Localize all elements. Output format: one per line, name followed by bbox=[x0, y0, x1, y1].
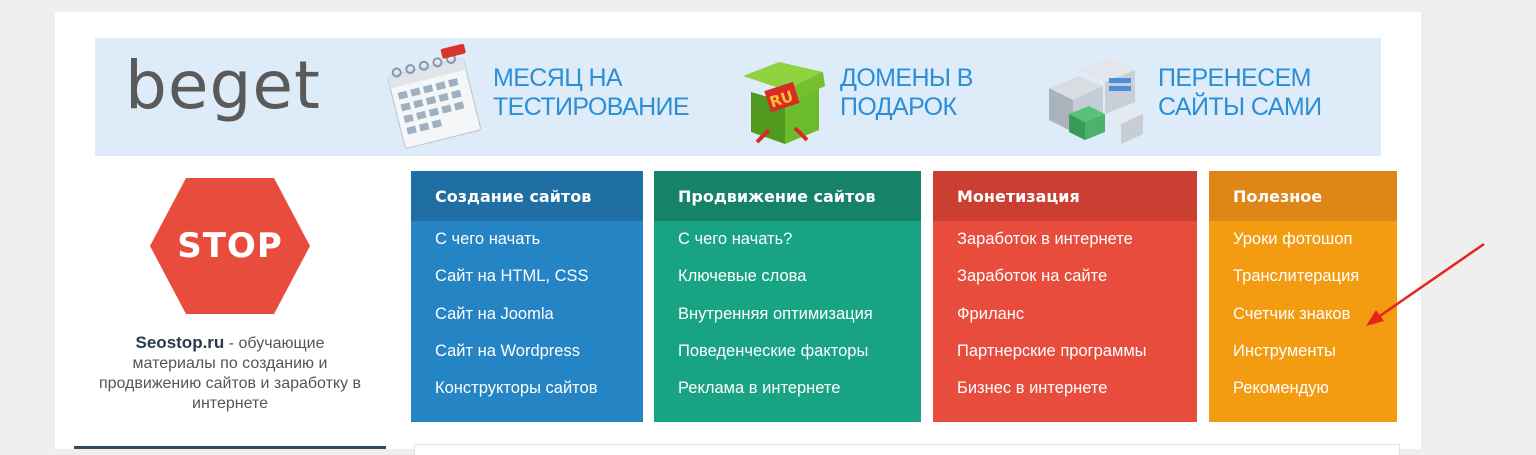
red-arrow-annotation-icon bbox=[1366, 242, 1485, 326]
menu-link[interactable]: Рекомендую bbox=[1233, 370, 1397, 407]
menu-link[interactable]: Сайт на Wordpress bbox=[435, 333, 643, 370]
beget-logo[interactable]: beget bbox=[125, 46, 321, 126]
menu-column-promotion: Продвижение сайтов С чего начать? Ключев… bbox=[654, 171, 921, 422]
menu-link[interactable]: Инструменты bbox=[1233, 333, 1397, 370]
menu-heading[interactable]: Продвижение сайтов bbox=[654, 171, 921, 221]
calendar-icon bbox=[387, 44, 481, 149]
beget-banner[interactable]: beget МЕСЯЦ НА ТЕСТИРОВАНИЕ RU ДОМЕНЫ В … bbox=[95, 38, 1381, 156]
site-description: Seostop.ru - обучающие материалы по созд… bbox=[95, 333, 365, 414]
logo-text: beget bbox=[125, 47, 321, 124]
menu-link[interactable]: Заработок в интернете bbox=[957, 221, 1197, 258]
promo-line: ПЕРЕНЕСЕМ bbox=[1158, 64, 1311, 92]
promo-line: МЕСЯЦ НА bbox=[493, 64, 623, 92]
menu-link[interactable]: С чего начать bbox=[435, 221, 643, 258]
promo-line: ПОДАРОК bbox=[840, 93, 957, 121]
promo-line: САЙТЫ САМИ bbox=[1158, 93, 1322, 121]
promo-free-domains[interactable]: ДОМЕНЫ В ПОДАРОК bbox=[840, 64, 973, 122]
menu-link[interactable]: Сайт на Joomla bbox=[435, 296, 643, 333]
gift-box-icon: RU bbox=[743, 62, 825, 144]
menu-link[interactable]: Заработок на сайте bbox=[957, 258, 1197, 295]
menu-heading[interactable]: Полезное bbox=[1209, 171, 1397, 221]
site-name[interactable]: Seostop.ru bbox=[136, 333, 225, 352]
promo-line: ДОМЕНЫ В bbox=[840, 64, 973, 92]
stop-label: STOP bbox=[177, 226, 283, 266]
promo-site-transfer[interactable]: ПЕРЕНЕСЕМ САЙТЫ САМИ bbox=[1158, 64, 1322, 122]
promo-test-month[interactable]: МЕСЯЦ НА ТЕСТИРОВАНИЕ bbox=[493, 64, 690, 122]
menu-link[interactable]: Реклама в интернете bbox=[678, 370, 921, 407]
server-boxes-icon bbox=[1049, 58, 1143, 144]
menu-link[interactable]: Внутренняя оптимизация bbox=[678, 296, 921, 333]
menu-link[interactable]: Поведенческие факторы bbox=[678, 333, 921, 370]
menu-link[interactable]: Конструкторы сайтов bbox=[435, 370, 643, 407]
menu-column-site-creation: Создание сайтов С чего начать Сайт на HT… bbox=[411, 171, 643, 422]
menu-link[interactable]: Сайт на HTML, CSS bbox=[435, 258, 643, 295]
main-content-box bbox=[414, 444, 1400, 455]
menu-link[interactable]: С чего начать? bbox=[678, 221, 921, 258]
stop-logo[interactable]: STOP bbox=[148, 176, 312, 316]
menu-heading[interactable]: Монетизация bbox=[933, 171, 1197, 221]
menu-link[interactable]: Бизнес в интернете bbox=[957, 370, 1197, 407]
menu-link[interactable]: Партнерские программы bbox=[957, 333, 1197, 370]
menu-link[interactable]: Ключевые слова bbox=[678, 258, 921, 295]
menu-link[interactable]: Фриланс bbox=[957, 296, 1197, 333]
menu-column-monetization: Монетизация Заработок в интернете Зарабо… bbox=[933, 171, 1197, 422]
promo-line: ТЕСТИРОВАНИЕ bbox=[493, 93, 690, 121]
menu-heading[interactable]: Создание сайтов bbox=[411, 171, 643, 221]
